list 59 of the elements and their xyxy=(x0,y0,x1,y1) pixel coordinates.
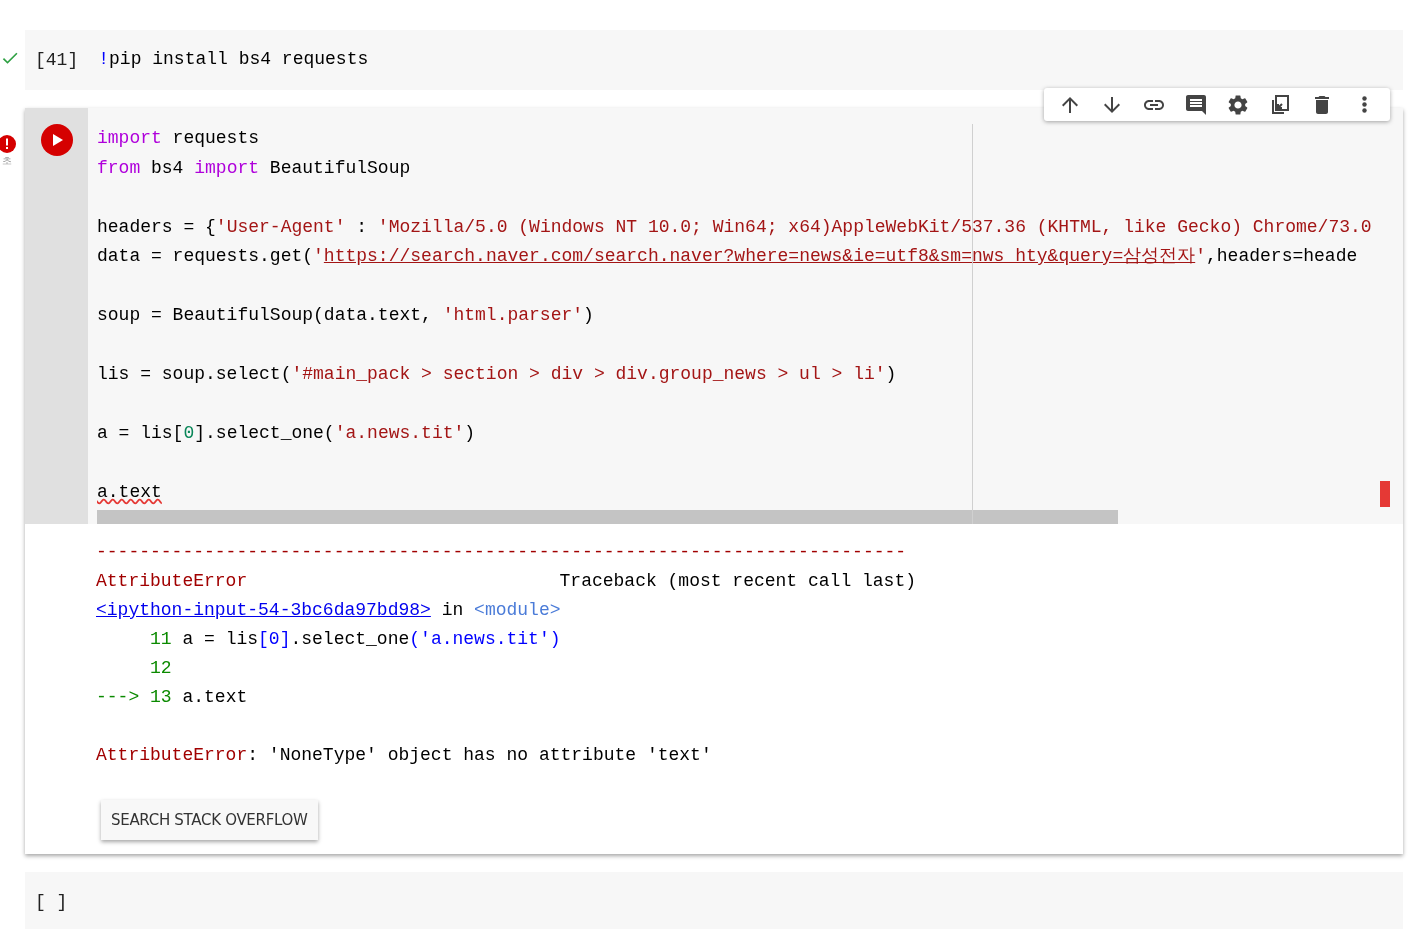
code-token: 'a.news.tit' xyxy=(334,422,465,445)
code-token: ('a.news.tit') xyxy=(409,627,561,651)
code-token: ].select_one( xyxy=(194,422,335,445)
code-token: : xyxy=(355,215,369,239)
code-token: import xyxy=(97,127,162,150)
code-token: 11 xyxy=(149,627,172,651)
code-token: 'Mozilla/5.0 (Windows NT 10.0; Win64; x64)AppleWebKit/537.36 (KHTML, like Gecko) Chrome/73.0 xyxy=(377,215,1372,239)
code-token: data = requests.get( xyxy=(97,245,314,268)
code-token: <module> xyxy=(474,598,561,622)
settings-icon xyxy=(1226,92,1250,117)
code-token: ' xyxy=(313,245,324,268)
code-token: headers = { xyxy=(97,215,216,239)
code-token: ) xyxy=(583,304,594,327)
scrollbar[interactable] xyxy=(97,509,1118,524)
code-token: ' xyxy=(1195,245,1206,268)
code-token: ---> 13 xyxy=(96,685,172,709)
execution-count: [ ] xyxy=(35,891,68,912)
code-token: lis = soup.select( xyxy=(97,363,292,386)
error-name: AttributeError xyxy=(96,569,248,593)
code-token: a = lis xyxy=(181,627,259,651)
run-button[interactable] xyxy=(40,124,73,156)
execution-count: [41] xyxy=(35,50,79,70)
code-token: AttributeError xyxy=(96,743,248,767)
code-token: .select_one xyxy=(290,627,410,651)
code-cell[interactable]: [41] !pip install bs4 requests xyxy=(25,30,1403,90)
code-token: a.text xyxy=(97,481,162,504)
code-token: bs4 xyxy=(150,156,185,180)
code-token: a = lis[ xyxy=(97,422,184,445)
code-token: 12 xyxy=(149,656,172,680)
code-token: '#main_pack > section > div > div.group_news > ul > li' xyxy=(291,363,886,386)
code-cell[interactable]: [ ] xyxy=(25,871,1403,929)
code-token: in xyxy=(440,598,465,622)
comment-icon xyxy=(1184,92,1208,117)
code-link[interactable]: https://search.naver.com/search.naver?where=news&ie=utf8&sm=nws_hty&query=삼성전자 xyxy=(323,242,1196,272)
error-marker xyxy=(1380,480,1390,507)
code-token: a.text xyxy=(181,685,248,709)
code-token: ) xyxy=(464,422,476,445)
traceback-label: Traceback (most recent call last) xyxy=(559,569,916,593)
code-token: pip install bs4 requests xyxy=(109,48,369,72)
code-link[interactable]: <ipython-input-54-3bc6da97bd98> xyxy=(96,595,431,625)
code-cell[interactable] xyxy=(25,108,1403,854)
output-rule: --------------------------------------------------------------------------- xyxy=(96,540,908,564)
code-token: : 'NoneType' object has no attribute 'text' xyxy=(247,743,712,767)
code-token: 0 xyxy=(183,422,195,445)
code-token: ,headers=heade xyxy=(1206,245,1358,268)
exec-time: 초 xyxy=(1,154,12,168)
code-token: import xyxy=(194,156,260,180)
code-token: requests xyxy=(171,127,260,150)
code-token: ) xyxy=(885,363,897,386)
code-token: from xyxy=(97,156,141,180)
code-token: ! xyxy=(98,48,110,72)
code-token: 'User-Agent' xyxy=(215,215,346,239)
code-token: BeautifulSoup xyxy=(268,156,411,180)
copy-icon xyxy=(1269,93,1291,116)
search-stack-overflow-button[interactable]: SEARCH STACK OVERFLOW xyxy=(101,799,318,840)
more-icon xyxy=(1361,96,1367,113)
code-token: [0] xyxy=(258,627,291,651)
code-token: soup = BeautifulSoup(data.text, xyxy=(97,304,433,327)
code-token: 'html.parser' xyxy=(442,304,584,327)
